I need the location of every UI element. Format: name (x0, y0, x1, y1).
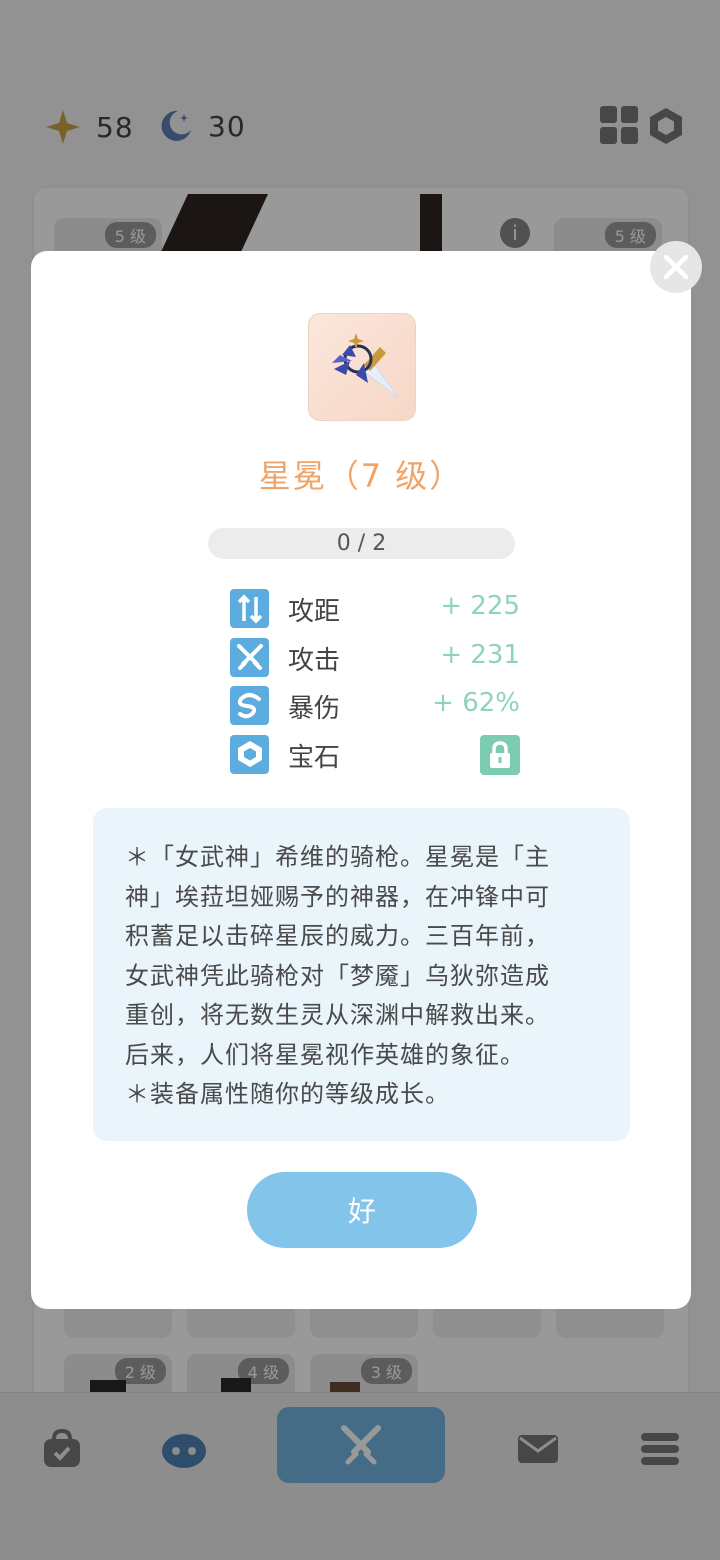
description-line: 女武神凭此骑枪对「梦魇」乌狄弥造成 (125, 961, 550, 990)
stat-name: 攻距 (288, 597, 341, 627)
description-line: 重创，将无数生灵从深渊中解救出来。 (125, 1001, 550, 1029)
range-icon (230, 589, 269, 628)
description-line: ＊「女武神」希维的骑枪。星冕是「主 (125, 843, 550, 871)
stat-value: + 225 (440, 591, 520, 621)
item-detail-modal: 星冕（7 级） 0 / 2 攻距 + 225 攻击 + 231 暴伤 + 62%… (31, 251, 691, 1309)
lock-icon (490, 740, 510, 768)
close-button[interactable] (650, 241, 702, 293)
description-line: ＊装备属性随你的等级成长。 (125, 1080, 450, 1108)
stat-row-crit: 暴伤 + 62% (230, 686, 520, 735)
attack-icon (230, 637, 269, 677)
item-title: 星冕（7 级） (258, 457, 464, 495)
gem-icon (230, 734, 269, 774)
stat-row-gem: 宝石 (230, 734, 520, 784)
stat-value: + 231 (440, 639, 520, 670)
stat-list: 攻距 + 225 攻击 + 231 暴伤 + 62% 宝石 (230, 589, 520, 783)
gem-slot-locked[interactable] (480, 734, 520, 775)
ok-button[interactable]: 好 (247, 1172, 477, 1248)
item-thumbnail (308, 313, 416, 421)
description-line: 后来，人们将星冕视作英雄的象征。 (125, 1040, 525, 1069)
stat-value: + 62% (432, 688, 520, 718)
stat-row-range: 攻距 + 225 (230, 589, 520, 638)
crit-icon (230, 686, 269, 725)
description-line: 神」埃菈坦娅赐予的神器，在冲锋中可 (125, 882, 550, 911)
stat-name: 攻击 (288, 645, 341, 676)
stat-name: 宝石 (288, 742, 341, 773)
stat-row-attack: 攻击 + 231 (230, 637, 520, 687)
item-description: ＊「女武神」希维的骑枪。星冕是「主 神」埃菈坦娅赐予的神器，在冲锋中可 积蓄足以… (93, 808, 630, 1141)
stat-name: 暴伤 (288, 694, 341, 724)
description-line: 积蓄足以击碎星辰的威力。三百年前， (125, 922, 550, 950)
starcrown-lance-icon (332, 333, 399, 398)
close-icon (663, 254, 689, 280)
upgrade-progress: 0 / 2 (208, 528, 515, 559)
